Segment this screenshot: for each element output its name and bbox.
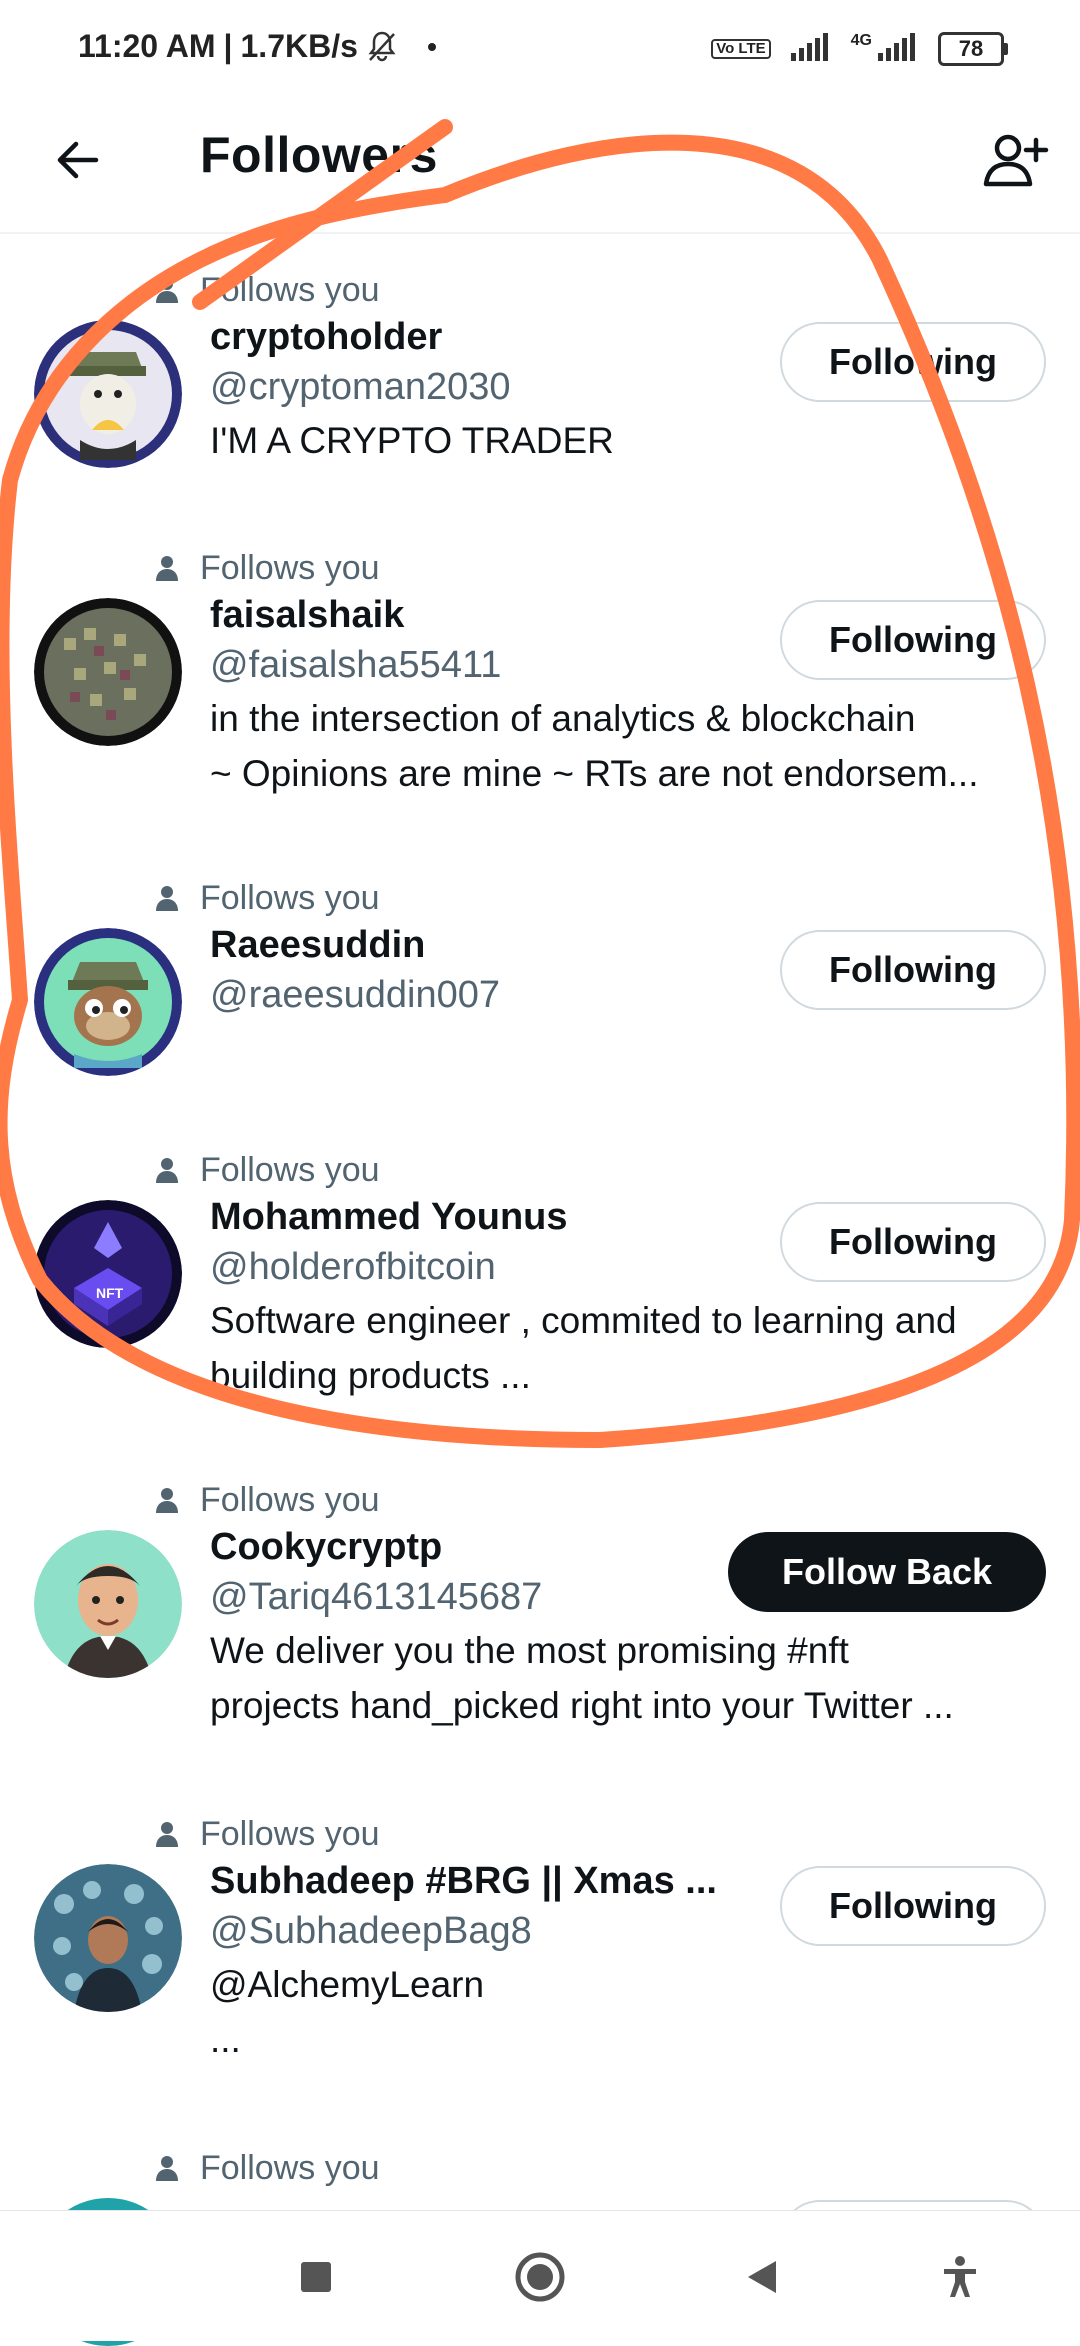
arrow-left-icon: [57, 141, 99, 179]
bio-line: building products ...: [210, 1355, 531, 1396]
battery-icon: 78: [938, 32, 1008, 66]
follower-name[interactable]: faisalshaik: [210, 594, 404, 637]
follows-you-label: Follows you: [200, 2148, 380, 2187]
follows-you-label: Follows you: [200, 878, 380, 917]
bio-line: I'M A CRYPTO TRADER: [210, 420, 614, 461]
follower-name[interactable]: Mohammed Younus: [210, 1196, 568, 1239]
follows-you-label: Follows you: [200, 1814, 380, 1853]
following-button[interactable]: Following: [780, 600, 1046, 680]
status-bar: 11:20 AM | 1.7KB/s Vo LTE 4G 78: [0, 0, 1080, 100]
status-right: Vo LTE 4G 78: [711, 32, 1008, 66]
status-speed: 1.7KB/s: [240, 28, 358, 64]
bio-line: Software engineer , commited to learning…: [210, 1300, 957, 1341]
follower-handle: @SubhadeepBag8: [210, 1910, 532, 1952]
status-left: 11:20 AM | 1.7KB/s: [78, 28, 436, 65]
person-icon: [150, 1157, 184, 1183]
network-type: 4G: [850, 32, 872, 49]
signal-icon: [790, 32, 831, 66]
follows-you-row: Follows you: [150, 876, 380, 920]
follower-bio: Software engineer , commited to learning…: [210, 1293, 1050, 1403]
following-button[interactable]: Following: [780, 322, 1046, 402]
app-header: Followers: [0, 100, 1080, 234]
person-icon: [150, 1821, 184, 1847]
follower-name[interactable]: Raeesuddin: [210, 924, 425, 967]
avatar[interactable]: [34, 1530, 182, 1678]
avatar[interactable]: [34, 598, 182, 746]
avatar[interactable]: [34, 1864, 182, 2012]
follows-you-label: Follows you: [200, 270, 380, 309]
person-icon: [150, 555, 184, 581]
follower-name[interactable]: cryptoholder: [210, 316, 442, 359]
bio-line: ~ Opinions are mine ~ RTs are not endors…: [210, 753, 979, 794]
follows-you-row: Follows you: [150, 268, 380, 312]
recents-button[interactable]: [288, 2249, 344, 2305]
follows-you-label: Follows you: [200, 1480, 380, 1519]
accessibility-icon: [944, 2256, 976, 2297]
following-button[interactable]: Following: [780, 930, 1046, 1010]
follows-you-row: Follows you: [150, 1478, 380, 1522]
follower-handle: @cryptoman2030: [210, 366, 511, 408]
person-icon: [150, 1487, 184, 1513]
recents-icon: [301, 2262, 331, 2292]
bio-line: projects hand_picked right into your Twi…: [210, 1685, 954, 1726]
system-nav-bar: [0, 2210, 1080, 2341]
following-button[interactable]: Following: [780, 1866, 1046, 1946]
following-button[interactable]: Following: [780, 1202, 1046, 1282]
follows-you-label: Follows you: [200, 1150, 380, 1189]
follower-name[interactable]: Cookycryptp: [210, 1526, 442, 1569]
status-time: 11:20 AM: [78, 28, 216, 64]
add-user-icon: [983, 134, 1049, 187]
follower-bio: I'M A CRYPTO TRADER: [210, 413, 1050, 468]
bio-line: in the intersection of analytics & block…: [210, 698, 916, 739]
follower-handle: @faisalsha55411: [210, 644, 502, 686]
back-button[interactable]: [46, 128, 110, 192]
avatar[interactable]: NFT: [34, 1200, 182, 1348]
follower-bio: in the intersection of analytics & block…: [210, 691, 1050, 801]
bio-line: @AlchemyLearn: [210, 1964, 485, 2005]
follows-you-row: Follows you: [150, 546, 380, 590]
svg-text:NFT: NFT: [96, 1285, 124, 1301]
bio-line: We deliver you the most promising #nft: [210, 1630, 849, 1671]
notification-dot: [427, 42, 436, 51]
follower-handle: @Tariq4613145687: [210, 1576, 543, 1618]
person-icon: [150, 277, 184, 303]
back-icon: [748, 2261, 776, 2293]
follower-handle: @raeesuddin007: [210, 974, 501, 1016]
person-icon: [150, 2155, 184, 2181]
battery-level: 78: [938, 32, 1004, 66]
back-nav-button[interactable]: [734, 2249, 790, 2305]
home-button[interactable]: [512, 2249, 568, 2305]
volte-badge: Vo LTE: [711, 39, 771, 59]
mute-bell-icon: [366, 30, 398, 64]
home-icon: [515, 2252, 565, 2302]
person-icon: [150, 885, 184, 911]
add-user-button[interactable]: [976, 124, 1052, 200]
follows-you-row: Follows you: [150, 2146, 380, 2190]
follows-you-row: Follows you: [150, 1148, 380, 1192]
avatar[interactable]: [34, 928, 182, 1076]
follower-name[interactable]: Subhadeep #BRG || Xmas ...: [210, 1860, 717, 1903]
accessibility-button[interactable]: [932, 2249, 988, 2305]
bio-line: ...: [210, 2019, 241, 2060]
follower-bio: @AlchemyLearn ...: [210, 1957, 1050, 2067]
signal-icon-2: [878, 32, 918, 66]
follow-back-button[interactable]: Follow Back: [728, 1532, 1046, 1612]
follows-you-label: Follows you: [200, 548, 380, 587]
avatar[interactable]: [34, 320, 182, 468]
page-title: Followers: [200, 127, 438, 183]
follows-you-row: Follows you: [150, 1812, 380, 1856]
follower-bio: We deliver you the most promising #nft p…: [210, 1623, 1050, 1733]
follower-handle: @holderofbitcoin: [210, 1246, 496, 1288]
